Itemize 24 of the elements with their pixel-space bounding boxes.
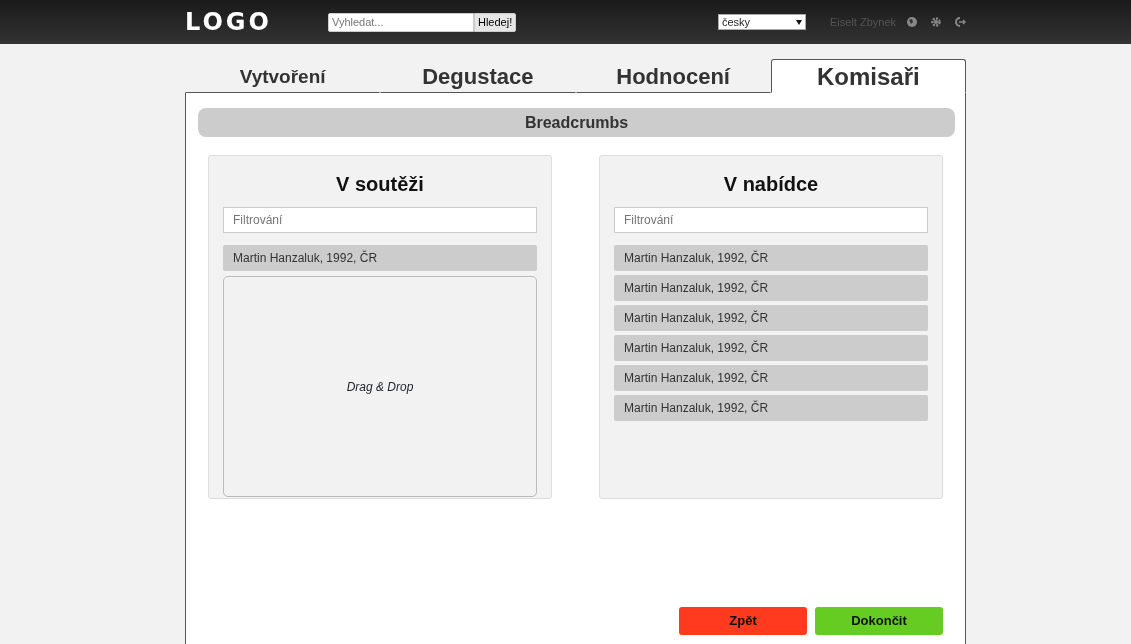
caret-icon [795,19,802,25]
finish-button[interactable]: Dokončit [815,607,943,635]
list-item[interactable]: Martin Hanzaluk, 1992, ČR [614,275,928,301]
search-field[interactable]: Vyhledat... [327,12,474,32]
drop-zone[interactable]: Drag & Drop [223,276,537,497]
list-item[interactable]: Martin Hanzaluk, 1992, ČR [614,305,928,331]
filter-field[interactable]: Filtrování [614,207,928,233]
breadcrumbs: Breadcrumbs [198,108,955,137]
globe-icon[interactable] [906,16,918,28]
search-button[interactable]: Hledej! [473,12,517,32]
tab[interactable]: Komisaři [770,59,966,93]
list-item[interactable]: Martin Hanzaluk, 1992, ČR [614,245,928,271]
language-dropdown[interactable]: česky [717,14,806,30]
panel-title: V soutěži [335,172,425,197]
list-item[interactable]: Martin Hanzaluk, 1992, ČR [223,245,537,271]
list-item[interactable]: Martin Hanzaluk, 1992, ČR [614,395,928,421]
panel-title: V nabídce [722,172,820,197]
back-button[interactable]: Zpět [679,607,807,635]
settings-icon[interactable] [930,16,942,28]
list-item[interactable]: Martin Hanzaluk, 1992, ČR [614,365,928,391]
list-item[interactable]: Martin Hanzaluk, 1992, ČR [614,335,928,361]
logout-icon[interactable] [954,16,966,28]
logo[interactable]: LOGO [185,10,272,34]
filter-field[interactable]: Filtrování [223,207,537,233]
